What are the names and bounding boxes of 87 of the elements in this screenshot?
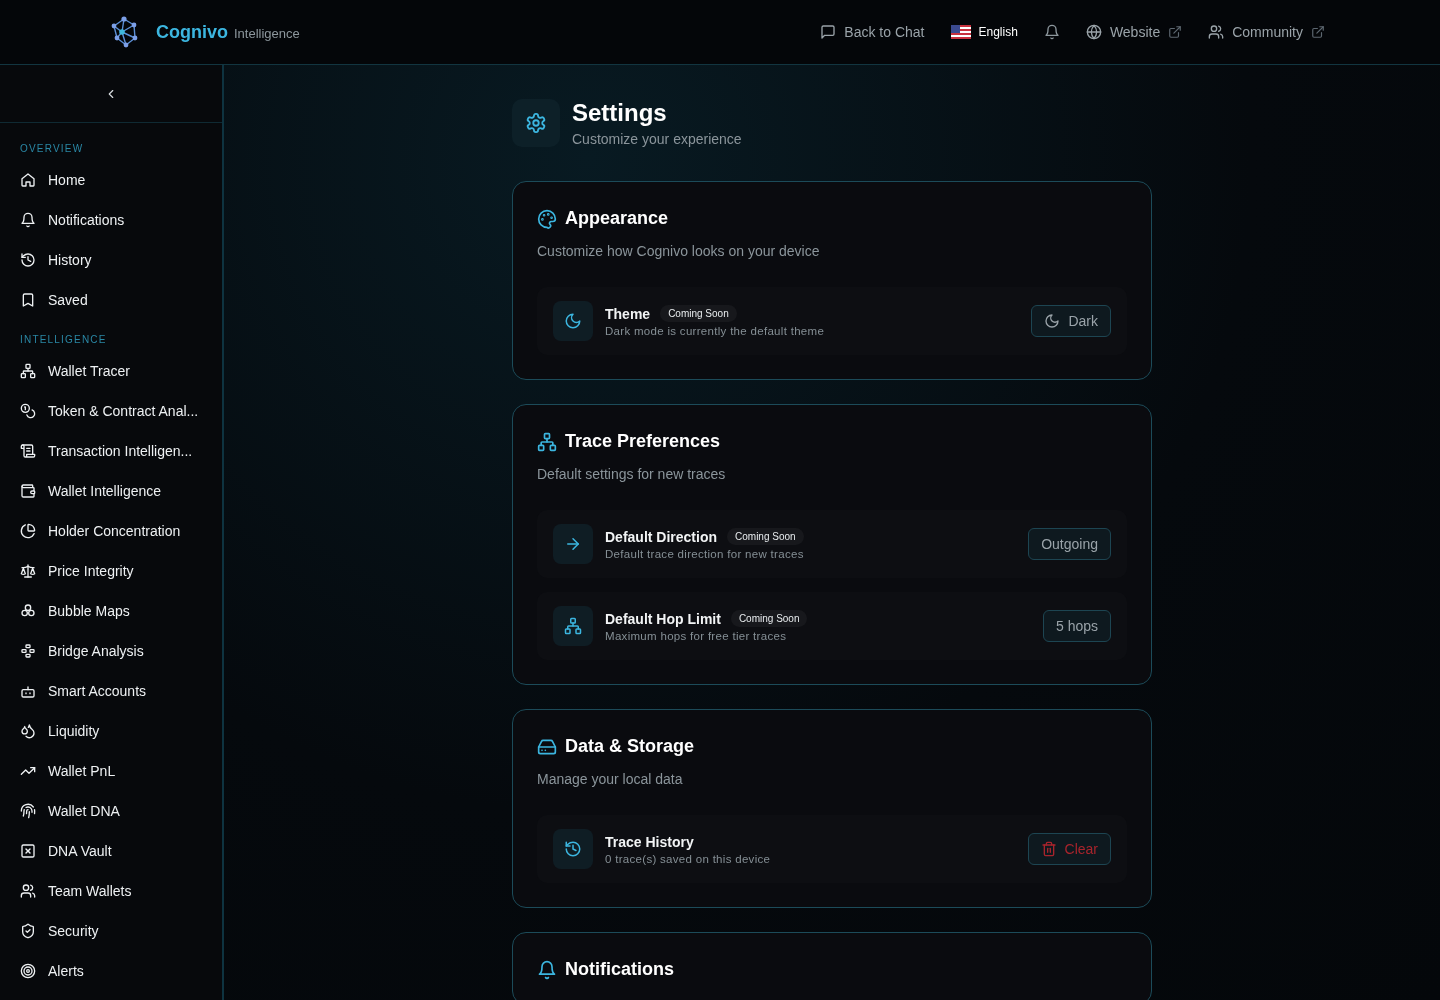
bell-icon [537, 959, 557, 980]
flag-icon [950, 25, 971, 39]
sidebar-item[interactable]: Liquidity [8, 711, 214, 751]
brand-tagline: Intelligence [234, 26, 300, 41]
card-title: Data & Storage [565, 736, 695, 757]
chat-bubble-icon [820, 24, 837, 40]
sidebar-section-label: OVERVIEW [19, 143, 85, 156]
network-icon [20, 363, 36, 379]
radar-icon [20, 963, 36, 979]
robot-icon [20, 683, 36, 699]
page-subtitle: Customize your experience [572, 131, 742, 147]
sidebar-item[interactable]: Team Wallets [8, 871, 214, 911]
sidebar-item[interactable]: Wallet Intelligence [8, 471, 214, 511]
bubbles-icon [20, 603, 36, 619]
sidebar-item[interactable]: Smart Accounts [8, 671, 214, 711]
sidebar-item[interactable]: Price Integrity [8, 551, 214, 591]
users-icon [20, 883, 36, 899]
globe-icon [1085, 24, 1102, 40]
coming-soon-badge: Coming Soon [727, 528, 804, 545]
bell-icon [20, 212, 36, 228]
square-x-icon [20, 843, 36, 859]
back-to-chat-link[interactable]: Back to Chat [820, 24, 925, 40]
wallet-icon [20, 483, 36, 499]
sidebar-item[interactable]: Token & Contract Anal... [8, 391, 214, 431]
setting-value-button[interactable]: 5 hops [1042, 610, 1111, 642]
setting-description: 0 trace(s) saved on this device [605, 852, 772, 865]
setting-title: Default Hop Limit [605, 610, 721, 627]
setting-title: Theme [605, 305, 651, 322]
external-link-icon [1168, 25, 1183, 39]
network-icon [537, 431, 557, 452]
setting-value-button[interactable]: Dark [1031, 305, 1111, 337]
sidebar-item[interactable]: Wallet PnL [8, 751, 214, 791]
notifications-bell-icon[interactable] [1043, 24, 1060, 40]
setting-description: Maximum hops for free tier traces [605, 630, 788, 642]
network-icon [564, 617, 582, 635]
scroll-icon [20, 443, 36, 459]
sidebar-item[interactable]: Alerts [8, 951, 214, 991]
sidebar-item[interactable]: Saved [8, 280, 214, 320]
card-title: Notifications [565, 959, 674, 980]
sidebar-item[interactable]: Wallet Tracer [8, 351, 214, 391]
card-description: Default settings for new traces [537, 466, 727, 482]
pie-chart-icon [20, 523, 36, 539]
card-description: Customize how Cognivo looks on your device [537, 243, 821, 259]
bookmark-icon [20, 292, 36, 308]
users-icon [1208, 24, 1225, 40]
sidebar-item[interactable]: History [8, 240, 214, 280]
fingerprint-icon [20, 803, 36, 819]
sidebar-item[interactable]: Notifications [8, 200, 214, 240]
moon-icon [1044, 313, 1061, 329]
sidebar-item[interactable]: DNA Vault [8, 831, 214, 871]
setting-value-button[interactable]: Outgoing [1028, 528, 1111, 560]
coins-icon [20, 403, 36, 419]
setting-title: Default Direction [605, 528, 717, 545]
language-selector[interactable]: English [950, 25, 1018, 39]
coming-soon-badge: Coming Soon [730, 610, 808, 627]
sidebar-item[interactable]: Wallet DNA [8, 791, 214, 831]
sidebar-item[interactable]: Bridge Analysis [8, 631, 214, 671]
external-link-icon [1311, 25, 1325, 39]
history-icon [20, 252, 36, 268]
coming-soon-badge: Coming Soon [660, 305, 737, 322]
page-title: Settings [572, 99, 668, 127]
trash-icon [1040, 841, 1057, 857]
sidebar-section-label: INTELLIGENCE [19, 334, 108, 347]
palette-icon [537, 208, 557, 229]
sidebar-item[interactable]: Holder Concentration [8, 511, 214, 551]
sidebar-item[interactable]: Transaction Intelligen... [8, 431, 214, 471]
sidebar-item[interactable]: Bubble Maps [8, 591, 214, 631]
shield-check-icon [20, 923, 36, 939]
card-title: Trace Preferences [565, 431, 721, 452]
setting-title: Trace History [605, 833, 694, 850]
scale-icon [20, 563, 36, 579]
house-icon [20, 172, 36, 188]
sidebar-item[interactable]: Home [8, 160, 214, 200]
setting-description: Dark mode is currently the default theme [605, 325, 826, 337]
nodes-icon [20, 643, 36, 659]
setting-description: Default trace direction for new traces [605, 548, 805, 560]
arrow-right-icon [564, 535, 582, 553]
brand-name[interactable]: Cognivo [156, 21, 228, 43]
card-title: Appearance [565, 208, 669, 229]
sidebar-item[interactable]: Security [8, 911, 214, 951]
website-link[interactable]: Website [1085, 24, 1183, 40]
droplets-icon [20, 723, 36, 739]
moon-icon [564, 312, 582, 330]
settings-icon [525, 112, 547, 134]
history-icon [564, 840, 582, 858]
community-link[interactable]: Community [1208, 24, 1325, 40]
card-description: Manage your local data [537, 771, 684, 787]
